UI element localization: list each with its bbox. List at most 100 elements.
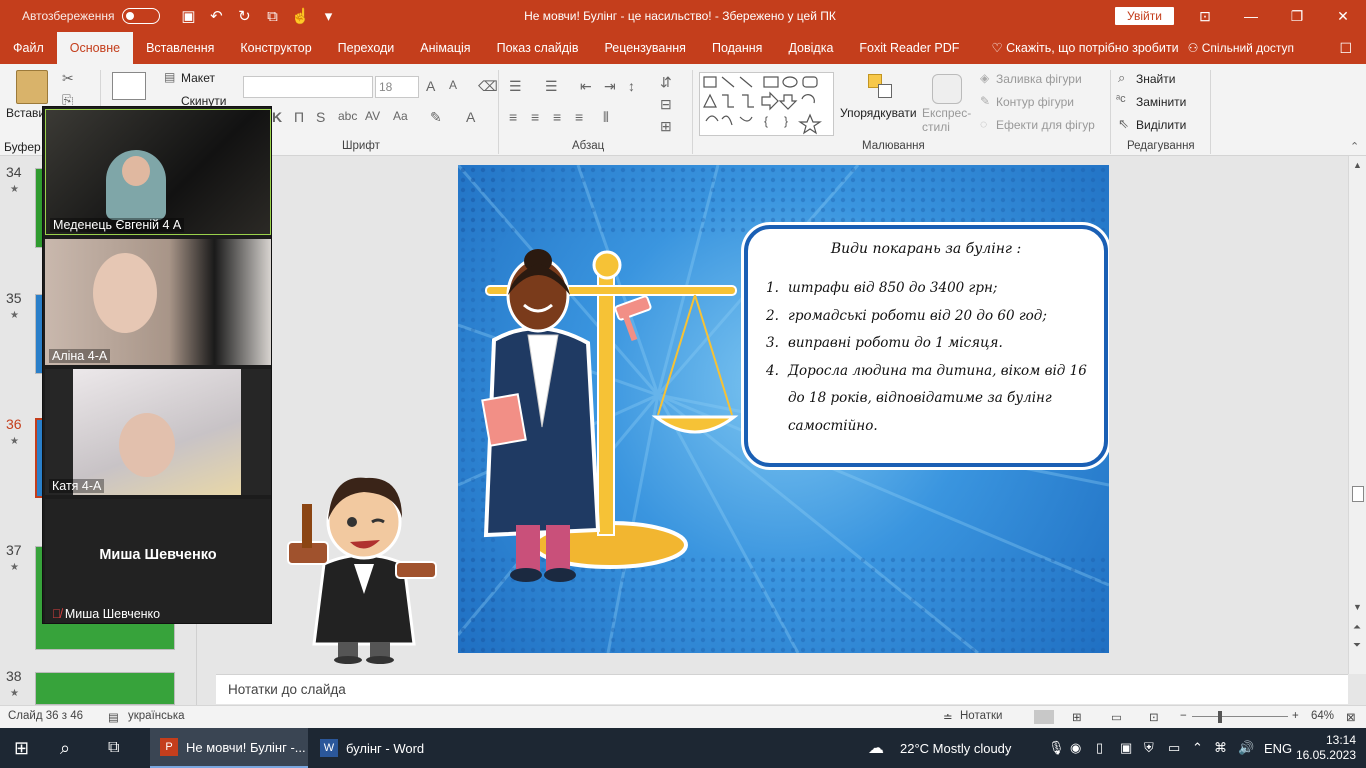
tab-view[interactable]: Подання	[699, 32, 775, 64]
save-icon[interactable]: ▣	[174, 0, 202, 32]
autosave-toggle[interactable]	[122, 8, 161, 24]
redo-icon[interactable]: ↻	[230, 0, 258, 32]
arrange-button[interactable]: Упорядкувати	[840, 106, 917, 120]
tab-file[interactable]: Файл	[0, 32, 57, 64]
shape-effects-button[interactable]: Ефекти для фігур	[996, 118, 1095, 132]
font-size-field[interactable]: 18	[375, 76, 419, 98]
italic-icon[interactable]: K	[272, 109, 282, 125]
notes-pane[interactable]: Нотатки до слайда	[216, 674, 1348, 704]
tab-review[interactable]: Рецензування	[591, 32, 698, 64]
layout-button[interactable]: Макет	[181, 71, 215, 85]
new-slide-icon[interactable]	[112, 72, 146, 100]
shape-outline-button[interactable]: Контур фігури	[996, 95, 1074, 109]
align-left-icon[interactable]: ≡	[509, 109, 517, 125]
usb-icon[interactable]: ▯	[1096, 728, 1103, 768]
grow-font-icon[interactable]: A	[426, 78, 435, 94]
columns-icon[interactable]: ⫴	[603, 109, 609, 126]
tell-me-search[interactable]: ♡ Скажіть, що потрібно зробити	[978, 32, 1191, 64]
zoom-slider[interactable]	[1192, 716, 1288, 717]
app-tray-icon[interactable]: ▣	[1120, 728, 1132, 768]
change-case-icon[interactable]: Aa	[393, 109, 408, 123]
present-icon[interactable]: ⧉	[258, 0, 286, 32]
editor-scrollbar[interactable]: ▲ ▼ ⏶ ⏷	[1348, 156, 1366, 674]
paste-icon[interactable]	[16, 70, 48, 104]
language-label[interactable]: українська	[128, 710, 185, 722]
task-view-icon[interactable]: ⧉	[108, 728, 119, 768]
zoom-in-icon[interactable]: +	[1292, 710, 1299, 722]
fit-to-window-icon[interactable]: ⊠	[1346, 710, 1356, 724]
tab-animations[interactable]: Анімація	[407, 32, 483, 64]
text-direction-icon[interactable]: ⇵	[660, 74, 672, 91]
shrink-font-icon[interactable]: A	[449, 78, 457, 92]
align-right-icon[interactable]: ≡	[553, 109, 561, 125]
scroll-thumb[interactable]	[1352, 486, 1364, 502]
participant-tile[interactable]: Катя 4-А	[45, 369, 271, 495]
shapes-gallery[interactable]: { }	[699, 72, 834, 136]
decrease-indent-icon[interactable]: ⇤	[580, 78, 592, 95]
chevron-up-icon[interactable]: ⌃	[1192, 728, 1203, 768]
volume-icon[interactable]: 🔊	[1238, 728, 1254, 768]
align-center-icon[interactable]: ≡	[531, 109, 539, 125]
notes-toggle[interactable]: Нотатки	[960, 710, 1002, 722]
slide-sorter-icon[interactable]: ⊞	[1072, 710, 1082, 724]
ribbon-display-icon[interactable]: ⊡	[1182, 0, 1228, 32]
scroll-up-icon[interactable]: ▲	[1353, 160, 1362, 170]
sign-in-button[interactable]: Увійти	[1115, 7, 1174, 25]
microphone-icon[interactable]: 🎙	[1048, 728, 1065, 768]
slide-thumbnail-38[interactable]	[35, 672, 175, 705]
shield-icon[interactable]: ⛨	[1144, 728, 1154, 768]
share-button[interactable]: ⚇ Спільний доступ	[1188, 32, 1294, 64]
camera-tray-icon[interactable]: ▭	[1168, 728, 1180, 768]
tab-design[interactable]: Конструктор	[227, 32, 324, 64]
participant-tile[interactable]: Аліна 4-А	[45, 239, 271, 365]
tab-home[interactable]: Основне	[56, 32, 134, 64]
clear-format-icon[interactable]: ⌫	[478, 78, 498, 95]
current-slide[interactable]: Види покарань за булінг : 1. штрафи від 8…	[458, 165, 1109, 653]
smartart-icon[interactable]: ⊞	[660, 118, 672, 135]
tab-foxit[interactable]: Foxit Reader PDF	[846, 32, 972, 64]
collapse-ribbon-icon[interactable]: ⌃	[1350, 140, 1359, 153]
highlight-icon[interactable]: ✎	[430, 109, 442, 126]
spellcheck-icon[interactable]: ▤	[108, 710, 119, 724]
select-button[interactable]: Виділити	[1136, 118, 1186, 132]
zoom-tray-icon[interactable]: ◉	[1070, 728, 1081, 768]
close-icon[interactable]: ✕	[1320, 0, 1366, 32]
zoom-slider-thumb[interactable]	[1218, 711, 1222, 723]
bullets-icon[interactable]: ☰	[509, 78, 522, 95]
underline-icon[interactable]: П	[294, 109, 304, 125]
video-call-panel[interactable]: Меденець Євгеній 4 А Аліна 4-А Катя 4-А …	[42, 106, 272, 624]
find-button[interactable]: Знайти	[1136, 72, 1175, 86]
line-spacing-icon[interactable]: ↕	[628, 78, 635, 94]
prev-slide-icon[interactable]: ⏶	[1353, 622, 1361, 633]
shape-fill-button[interactable]: Заливка фігури	[996, 72, 1082, 86]
tab-insert[interactable]: Вставлення	[133, 32, 227, 64]
replace-button[interactable]: Замінити	[1136, 95, 1186, 109]
justify-icon[interactable]: ≡	[575, 109, 583, 125]
numbering-icon[interactable]: ☰	[545, 78, 558, 95]
quick-styles-button[interactable]: Експрес-стилі	[922, 106, 974, 134]
shadow-icon[interactable]: S	[316, 109, 325, 125]
spacing-icon[interactable]: AV	[365, 109, 380, 123]
reading-view-icon[interactable]: ▭	[1111, 710, 1122, 724]
clock[interactable]: 13:14 16.05.2023	[1296, 728, 1356, 768]
strikethrough-icon[interactable]: abc	[338, 109, 357, 123]
tab-transitions[interactable]: Переходи	[325, 32, 408, 64]
align-text-icon[interactable]: ⊟	[660, 96, 672, 113]
increase-indent-icon[interactable]: ⇥	[604, 78, 616, 95]
taskbar-app-powerpoint[interactable]: P Не мовчи! Булінг -...	[150, 728, 308, 768]
participant-tile[interactable]: Меденець Євгеній 4 А	[45, 109, 271, 235]
cut-icon[interactable]: ✂	[62, 70, 74, 87]
taskbar-app-word[interactable]: W булінг - Word	[312, 728, 452, 768]
weather-text[interactable]: 22°C Mostly cloudy	[900, 728, 1011, 768]
font-name-field[interactable]	[243, 76, 373, 98]
network-icon[interactable]: ⌘	[1214, 728, 1227, 768]
next-slide-icon[interactable]: ⏷	[1353, 640, 1361, 651]
maximize-icon[interactable]: ❐	[1274, 0, 1320, 32]
participant-tile[interactable]: Миша Шевченко 🎙̸ Миша Шевченко	[45, 499, 271, 623]
windows-start-icon[interactable]: ⊞	[14, 728, 29, 768]
comments-icon[interactable]: ☐	[1339, 40, 1352, 57]
search-icon[interactable]: ⌕	[60, 728, 70, 768]
customize-toolbar-icon[interactable]: ▾	[314, 0, 342, 32]
font-color-icon[interactable]: A	[466, 109, 475, 125]
zoom-out-icon[interactable]: −	[1180, 710, 1187, 722]
